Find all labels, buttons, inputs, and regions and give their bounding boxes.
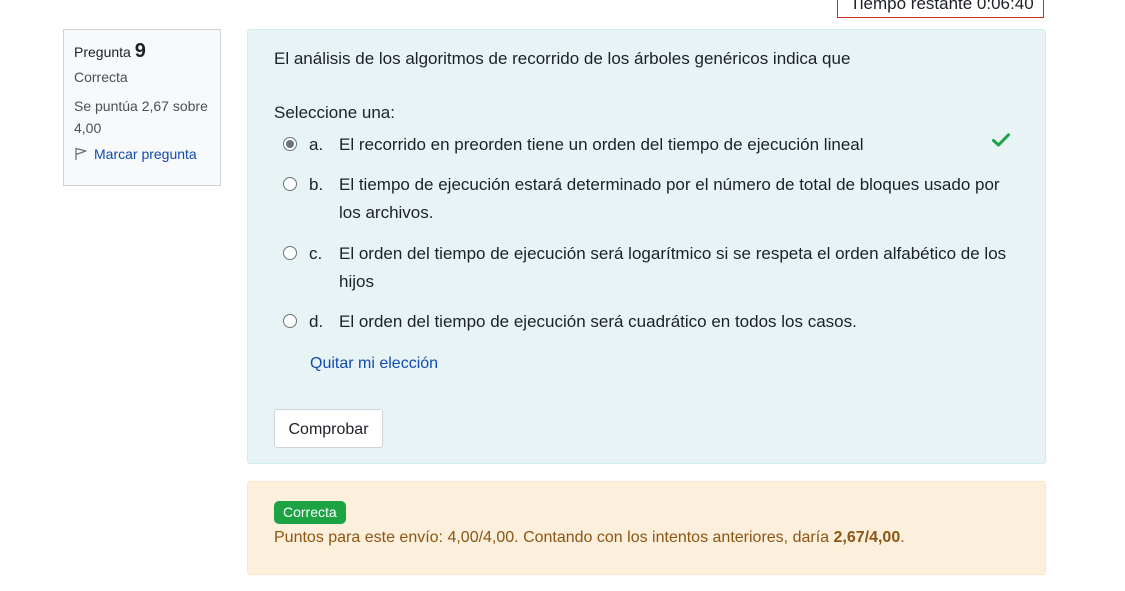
check-button[interactable]: Comprobar xyxy=(274,409,383,448)
flag-question-link[interactable]: Marcar pregunta xyxy=(74,146,210,162)
check-icon xyxy=(992,133,1010,152)
question-state: Correcta xyxy=(74,69,128,85)
option-letter: c. xyxy=(309,244,323,263)
question-number: Pregunta 9 xyxy=(74,39,210,64)
radio-option-b[interactable] xyxy=(283,177,297,191)
question-number-value: 9 xyxy=(134,40,146,62)
question-formulation: El análisis de los algoritmos de recorri… xyxy=(247,29,1046,464)
option-letter: a. xyxy=(309,135,324,154)
time-remaining: Tiempo restante 0:06:40 xyxy=(837,0,1044,18)
question-text: El análisis de los algoritmos de recorri… xyxy=(274,49,851,68)
question-info-panel: Pregunta 9 Correcta Se puntúa 2,67 sobre… xyxy=(63,29,221,186)
option-letter: b. xyxy=(309,175,324,194)
answer-prompt: Seleccione una: xyxy=(274,103,395,122)
radio-option-a[interactable] xyxy=(283,137,297,151)
option-text: El orden del tiempo de ejecución será cu… xyxy=(339,312,857,331)
flag-icon xyxy=(74,147,88,161)
question-label: Pregunta xyxy=(74,44,131,60)
option-text: El tiempo de ejecución estará determinad… xyxy=(339,175,1000,222)
radio-option-c[interactable] xyxy=(283,246,297,260)
answer-option-a[interactable]: a. El recorrido en preorden tiene un ord… xyxy=(283,131,1023,159)
feedback-text: Puntos para este envío: 4,00/4,00. Conta… xyxy=(274,529,834,546)
grade-feedback: Puntos para este envío: 4,00/4,00. Conta… xyxy=(274,529,905,547)
option-letter: d. xyxy=(309,312,324,331)
answer-option-b[interactable]: b. El tiempo de ejecución estará determi… xyxy=(283,171,1023,227)
radio-option-d[interactable] xyxy=(283,314,297,328)
flag-label: Marcar pregunta xyxy=(94,146,197,162)
option-text: El orden del tiempo de ejecución será lo… xyxy=(339,244,1007,291)
answer-option-d[interactable]: d. El orden del tiempo de ejecución será… xyxy=(283,308,1023,336)
question-grade: Se puntúa 2,67 sobre 4,00 xyxy=(74,98,208,136)
outcome-panel: Correcta Puntos para este envío: 4,00/4,… xyxy=(247,481,1046,575)
answer-option-c[interactable]: c. El orden del tiempo de ejecución será… xyxy=(283,240,1023,296)
clear-choice-link[interactable]: Quitar mi elección xyxy=(310,355,438,373)
correct-badge: Correcta xyxy=(274,501,346,524)
feedback-end: . xyxy=(900,529,905,546)
feedback-total: 2,67/4,00 xyxy=(833,529,901,546)
option-text: El recorrido en preorden tiene un orden … xyxy=(339,135,864,154)
